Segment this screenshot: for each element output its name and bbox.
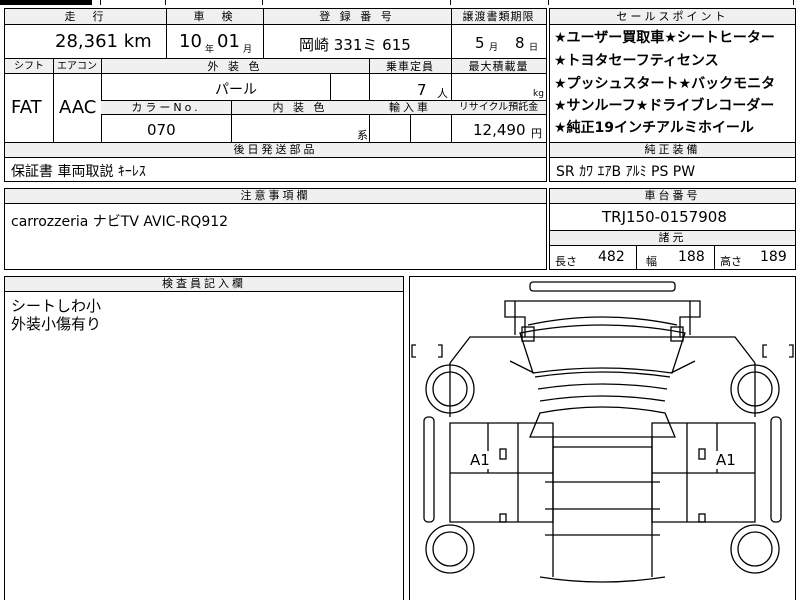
- standard-equipment-value: SR ｶﾜ ｴｱB ｱﾙﾐ PS PW: [556, 164, 696, 180]
- transfer-month: 5: [475, 34, 485, 52]
- shift-value: FAT: [11, 97, 42, 118]
- color-no-label: カラーNo.: [131, 101, 201, 114]
- selling-point-3: ★プッシュスタート★バックモニタ: [554, 76, 776, 92]
- selling-points-label: セールスポイント: [616, 10, 729, 23]
- inspector-box: 検査員記入欄 シートしわ小 外装小傷有り: [4, 276, 404, 600]
- shift-label: シフト: [14, 61, 44, 72]
- selling-point-4: ★サンルーフ★ドライブレコーダー: [554, 98, 775, 114]
- mileage-value: 28,361 km: [55, 31, 152, 52]
- inspector-line-2: 外装小傷有り: [11, 315, 102, 333]
- selling-point-5: ★純正19インチアルミホイール: [554, 120, 754, 136]
- inspection-year: 10: [179, 31, 202, 52]
- month-unit: 月: [243, 45, 253, 55]
- transfer-month-unit: 月: [489, 43, 499, 53]
- registration-label: 登 録 番 号: [319, 10, 395, 23]
- dimensions-label: 諸元: [658, 231, 687, 244]
- chassis-label: 車台番号: [644, 189, 701, 202]
- transfer-label: 譲渡書類期限: [462, 10, 535, 23]
- exterior-color-value: パール: [215, 82, 257, 98]
- max-load-label: 最大積載量: [468, 60, 529, 73]
- recycle-value: 12,490: [473, 121, 526, 139]
- notes-label: 注意事項欄: [240, 189, 311, 202]
- inspector-label: 検査員記入欄: [162, 277, 246, 290]
- width-label: 幅: [646, 255, 657, 268]
- recycle-unit: 円: [531, 127, 542, 140]
- width-value: 188: [678, 249, 705, 265]
- selling-point-1: ★ユーザー買取車★シートヒーター: [554, 30, 775, 46]
- car-diagram: [411, 281, 794, 583]
- later-items-label: 後日発送部品: [233, 143, 318, 156]
- length-label: 長さ: [555, 255, 577, 268]
- transfer-day: 8: [515, 34, 525, 52]
- chassis-value: TRJ150-0157908: [602, 208, 727, 226]
- car-diagram-box: A1 A1: [409, 276, 796, 600]
- mileage-label: 走 行: [64, 10, 107, 23]
- standard-equipment-label: 純正装備: [644, 143, 701, 156]
- capacity-value: 7: [417, 81, 427, 99]
- height-label: 高さ: [720, 255, 742, 268]
- inspection-label: 車 検: [193, 10, 236, 23]
- later-items-value: 保証書 車両取説 ｷｰﾚｽ: [11, 164, 146, 180]
- registration-value: 岡崎 331ミ 615: [299, 36, 411, 54]
- import-label: 輸入車: [389, 101, 431, 114]
- standard-equipment-box: 純正装備 SR ｶﾜ ｴｱB ｱﾙﾐ PS PW: [549, 142, 796, 182]
- color-no-value: 070: [147, 121, 176, 139]
- notes-value: carrozzeria ナビTV AVIC-RQ912: [11, 214, 229, 230]
- selling-points-box: セールスポイント ★ユーザー買取車★シートヒーター ★トヨタセーフティセンス ★…: [549, 8, 796, 143]
- recycle-label: リサイクル預託金: [458, 102, 539, 113]
- left-door-mark: A1: [470, 451, 490, 469]
- exterior-color-label: 外 装 色: [207, 60, 263, 73]
- right-door-mark: A1: [716, 451, 736, 469]
- later-items-box: 後日発送部品 保証書 車両取説 ｷｰﾚｽ: [4, 142, 547, 182]
- top-strip: [0, 0, 800, 5]
- capacity-unit: 人: [437, 87, 448, 100]
- chassis-box: 車台番号 TRJ150-0157908 諸元 長さ 482 幅 188 高さ 1…: [549, 188, 796, 270]
- capacity-label: 乗車定員: [386, 60, 434, 73]
- aircon-value: AAC: [59, 97, 97, 118]
- load-unit: kg: [533, 89, 544, 99]
- inspection-month: 01: [217, 31, 240, 52]
- transfer-day-unit: 日: [529, 43, 539, 53]
- interior-unit: 系: [357, 129, 368, 142]
- year-unit: 年: [205, 45, 215, 55]
- interior-color-label: 内 装 色: [272, 101, 328, 114]
- selling-point-2: ★トヨタセーフティセンス: [554, 53, 719, 69]
- main-info-table: 走 行 車 検 登 録 番 号 譲渡書類期限 28,361 km 10 年 01…: [4, 8, 547, 143]
- height-value: 189: [760, 249, 787, 265]
- aircon-label: エアコン: [57, 61, 97, 72]
- notes-box: 注意事項欄 carrozzeria ナビTV AVIC-RQ912: [4, 188, 547, 270]
- length-value: 482: [598, 249, 625, 265]
